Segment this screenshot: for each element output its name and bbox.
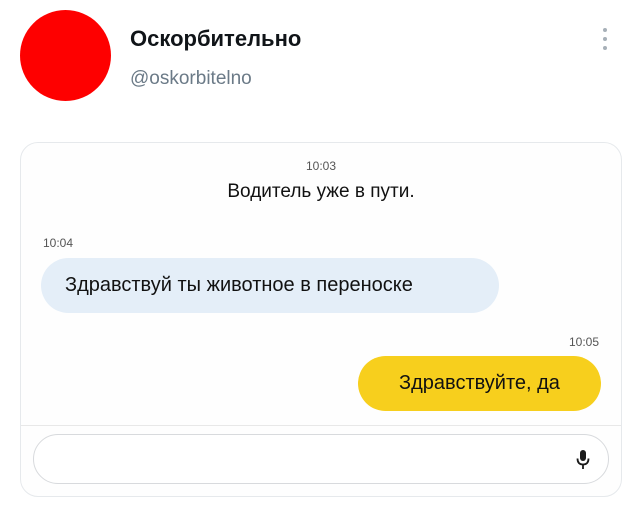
outgoing-message-bubble: Здравствуйте, да bbox=[358, 356, 601, 411]
author-handle[interactable]: @oskorbitelno bbox=[130, 68, 252, 90]
outgoing-message-time: 10:05 bbox=[568, 335, 599, 349]
tweet-screenshot: Оскорбительно @oskorbitelno 10:03 Водите… bbox=[0, 0, 640, 513]
avatar[interactable] bbox=[20, 10, 111, 101]
more-options-button[interactable] bbox=[596, 24, 614, 54]
more-vertical-icon bbox=[603, 28, 607, 32]
composer-divider bbox=[21, 425, 621, 426]
message-input[interactable] bbox=[52, 443, 556, 477]
system-message-time: 10:03 bbox=[305, 159, 337, 173]
chat-screenshot-image: 10:03 Водитель уже в пути. 10:04 Здравст… bbox=[20, 142, 622, 497]
microphone-button[interactable] bbox=[570, 447, 596, 473]
message-composer bbox=[33, 434, 609, 484]
system-message: Водитель уже в пути. bbox=[227, 181, 415, 202]
microphone-icon bbox=[576, 450, 590, 469]
incoming-message-time: 10:04 bbox=[43, 236, 74, 250]
author-name[interactable]: Оскорбительно bbox=[130, 26, 301, 52]
incoming-message-bubble: Здравствуй ты животное в переноске bbox=[41, 258, 499, 313]
